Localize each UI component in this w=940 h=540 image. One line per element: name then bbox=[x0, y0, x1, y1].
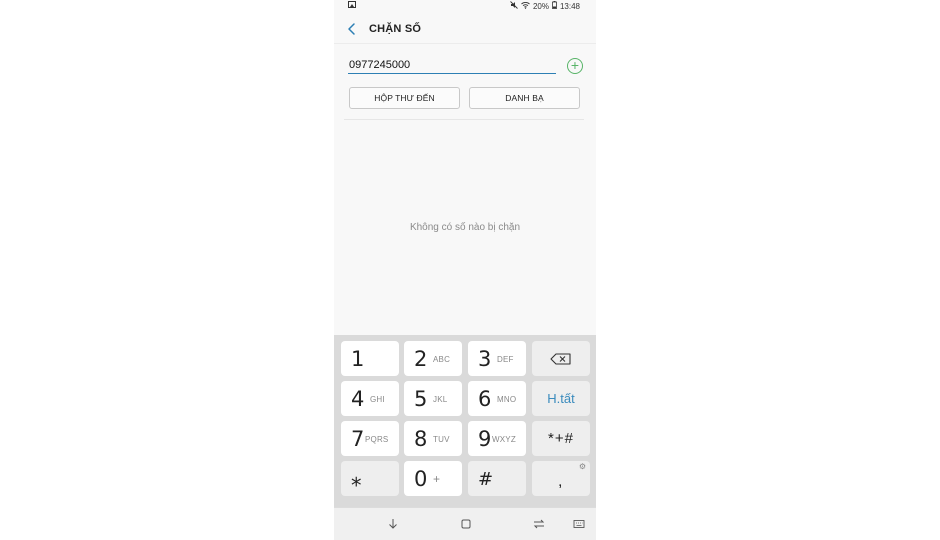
key-digit: 0 bbox=[414, 467, 428, 491]
key-letters: GHI bbox=[370, 395, 385, 404]
recent-apps-button[interactable] bbox=[531, 516, 547, 532]
key-2[interactable]: 2 ABC bbox=[404, 341, 462, 376]
key-digit: ⁎ bbox=[351, 467, 362, 491]
navigation-bar bbox=[334, 507, 596, 540]
key-9[interactable]: 9 WXYZ bbox=[468, 421, 526, 456]
key-0[interactable]: 0 + bbox=[404, 461, 462, 496]
empty-list-message: Không có số nào bị chặn bbox=[409, 222, 521, 233]
key-1[interactable]: 1 bbox=[341, 341, 399, 376]
inbox-button[interactable]: HỘP THƯ ĐẾN bbox=[349, 87, 460, 109]
clock: 13:48 bbox=[559, 1, 580, 11]
app-bar: CHẶN SỐ bbox=[334, 14, 596, 44]
key-5[interactable]: 5 JKL bbox=[404, 381, 462, 416]
key-letters: JKL bbox=[433, 395, 448, 404]
battery-icon bbox=[552, 1, 557, 11]
key-letters: ABC bbox=[433, 355, 451, 364]
backspace-key[interactable] bbox=[532, 341, 590, 376]
done-key[interactable]: H.tất bbox=[532, 381, 590, 416]
contacts-button[interactable]: DANH BẠ bbox=[469, 87, 580, 109]
comma-label: , bbox=[558, 473, 563, 490]
chevron-down-icon bbox=[389, 519, 397, 529]
divider bbox=[344, 119, 584, 120]
key-digit: 1 bbox=[351, 347, 365, 371]
keyboard-icon bbox=[573, 520, 585, 528]
key-star[interactable]: ⁎ bbox=[341, 461, 399, 496]
key-hash[interactable]: # bbox=[468, 461, 526, 496]
hide-keyboard-button[interactable] bbox=[385, 516, 401, 532]
key-letters: DEF bbox=[497, 355, 514, 364]
key-digit: 2 bbox=[414, 347, 428, 371]
key-digit: 8 bbox=[414, 427, 428, 451]
phone-number-input[interactable] bbox=[348, 56, 556, 74]
mute-icon bbox=[510, 1, 518, 11]
back-button[interactable] bbox=[344, 20, 360, 38]
key-letters: TUV bbox=[433, 435, 450, 444]
key-3[interactable]: 3 DEF bbox=[468, 341, 526, 376]
done-label: H.tất bbox=[547, 391, 575, 406]
key-6[interactable]: 6 MNO bbox=[468, 381, 526, 416]
plus-icon: + bbox=[570, 57, 580, 73]
key-digit: 6 bbox=[478, 387, 492, 411]
status-bar: 20% 13:48 bbox=[334, 0, 596, 13]
key-digit: 4 bbox=[351, 387, 365, 411]
gallery-notification-icon bbox=[348, 1, 356, 10]
key-letters: MNO bbox=[497, 395, 517, 404]
key-letters: WXYZ bbox=[492, 435, 516, 444]
wifi-icon bbox=[521, 1, 530, 11]
key-letters: PQRS bbox=[365, 435, 389, 444]
home-square-icon bbox=[461, 519, 471, 529]
dial-keypad: 1 2 ABC 3 DEF 4 GHI 5 JKL 6 MNO H.tất 7 … bbox=[334, 335, 596, 507]
add-number-button[interactable]: + bbox=[567, 58, 583, 74]
key-4[interactable]: 4 GHI bbox=[341, 381, 399, 416]
phone-screen: 20% 13:48 CHẶN SỐ + HỘP THƯ ĐẾN DANH BẠ … bbox=[334, 0, 596, 540]
key-digit: 5 bbox=[414, 387, 428, 411]
key-digit: 9 bbox=[478, 427, 492, 451]
key-letters: + bbox=[433, 472, 441, 486]
key-8[interactable]: 8 TUV bbox=[404, 421, 462, 456]
gear-icon: ⚙ bbox=[578, 462, 586, 471]
key-7[interactable]: 7 PQRS bbox=[341, 421, 399, 456]
symbols-key[interactable]: *+# bbox=[532, 421, 590, 456]
back-arrow-icon bbox=[348, 23, 355, 35]
page-title: CHẶN SỐ bbox=[369, 23, 422, 35]
key-digit: # bbox=[478, 469, 494, 490]
comma-key[interactable]: ⚙ , bbox=[532, 461, 590, 496]
key-digit: 7 bbox=[351, 427, 365, 451]
home-button[interactable] bbox=[458, 516, 474, 532]
symbols-label: *+# bbox=[548, 430, 574, 447]
battery-percent: 20% bbox=[532, 1, 549, 11]
recent-apps-icon bbox=[533, 519, 545, 529]
keyboard-switch-button[interactable] bbox=[571, 516, 587, 532]
key-digit: 3 bbox=[478, 347, 492, 371]
status-right: 20% 13:48 bbox=[510, 1, 580, 11]
backspace-icon bbox=[532, 341, 590, 376]
